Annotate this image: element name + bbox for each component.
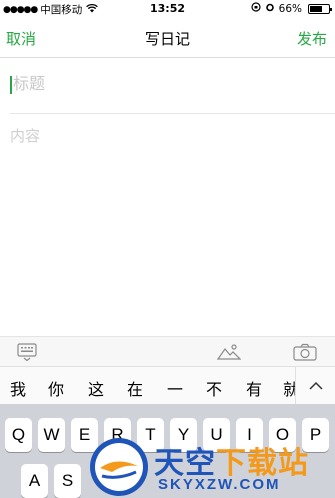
key[interactable]: A <box>21 464 48 498</box>
candidate-word[interactable]: 你 <box>48 376 64 400</box>
page-title: 写日记 <box>144 31 190 48</box>
nav-divider <box>0 57 335 58</box>
expand-candidates-button[interactable] <box>295 367 335 405</box>
battery-fill <box>310 5 322 12</box>
publish-button[interactable]: 发布 <box>297 28 327 49</box>
keyboard-hide-icon[interactable] <box>17 343 37 365</box>
candidate-word[interactable]: 一 <box>167 376 183 400</box>
title-placeholder: 标题 <box>13 76 46 93</box>
watermark-url: SKYXZW.COM <box>158 476 281 493</box>
lock-rotation-icon <box>251 2 261 15</box>
key[interactable]: Q <box>5 418 32 452</box>
candidate-word[interactable]: 不 <box>206 376 222 400</box>
candidate-word[interactable]: 在 <box>127 376 143 400</box>
candidate-bar: 我 你 这 在 一 不 有 就 <box>0 366 335 405</box>
candidate-word[interactable]: 这 <box>88 376 104 400</box>
title-input[interactable]: 标题 <box>10 68 325 102</box>
key[interactable]: W <box>38 418 65 452</box>
alarm-icon <box>265 2 275 15</box>
watermark-logo: 天空下载站 SKYXZW.COM <box>88 436 335 498</box>
camera-icon[interactable] <box>293 343 317 365</box>
battery-percent: 66% <box>278 2 302 15</box>
candidate-word[interactable]: 我 <box>10 376 26 400</box>
text-cursor <box>10 75 12 94</box>
battery-icon <box>308 3 332 14</box>
title-divider <box>10 113 335 114</box>
key[interactable]: S <box>54 464 81 498</box>
editor-toolbar <box>0 336 335 366</box>
chevron-up-icon <box>309 381 323 390</box>
nav-bar: 取消 写日记 发布 <box>0 18 335 58</box>
status-right: 66% <box>251 2 332 15</box>
content-input[interactable]: 内容 <box>10 125 40 146</box>
image-icon[interactable] <box>216 343 242 365</box>
candidate-word[interactable]: 有 <box>246 376 262 400</box>
content-placeholder: 内容 <box>10 128 41 145</box>
status-bar: ●●●●● 中国移动 13:52 66% <box>0 0 335 18</box>
